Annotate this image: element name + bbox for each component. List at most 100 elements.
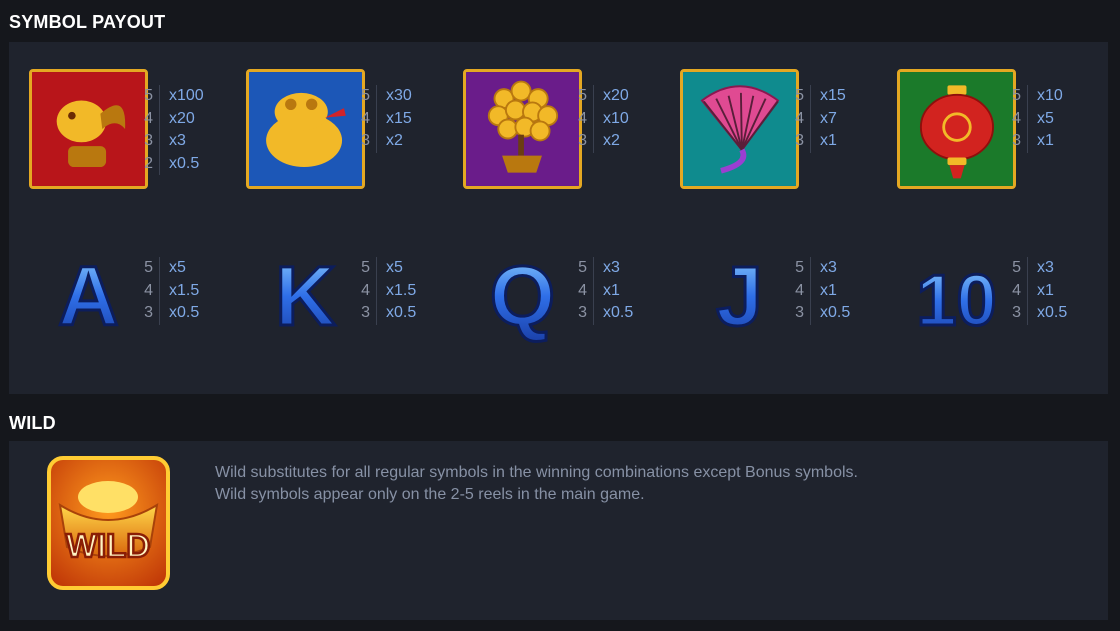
symbol-payout-panel: 5 x100 4 x20 3 x3 2 x0.5 5 x30 4 x15 3 x2 5 x20 4 x10 3 x2 5… [9,42,1108,394]
letter-j-icon: J [680,245,799,345]
payout-multiplier: x5 [169,259,186,276]
symbol-letter-text: J [716,249,763,343]
symbol-payout-item: 5 x15 4 x7 3 x1 [660,69,876,199]
letter-a-icon: A [29,245,148,345]
payout-count: 4 [144,109,153,127]
payout-count: 4 [795,109,804,127]
payout-count: 4 [1012,109,1021,127]
payout-multiplier: x0.5 [169,154,200,172]
payout-multiplier: x7 [820,109,837,127]
payout-table: 5 x30 4 x15 3 x2 [361,85,412,153]
payout-multiplier: x100 [169,87,204,104]
payout-count: 4 [1012,281,1021,299]
payout-multiplier: x3 [603,259,620,276]
payout-multiplier: x30 [386,87,412,104]
payout-count: 3 [578,132,587,149]
payout-multiplier: x20 [169,109,195,127]
payout-multiplier: x1.5 [169,281,200,299]
payout-table: 5 x3 4 x1 3 x0.5 [795,257,850,325]
symbol-payout-item: K 5 x5 4 x1.5 3 x0.5 [226,245,442,375]
symbol-letter-text: K [275,249,336,343]
payout-multiplier: x1 [603,281,620,299]
payout-multiplier: x3 [1037,259,1054,276]
golden-koi-fish-icon [29,69,148,189]
symbol-payout-item: A 5 x5 4 x1.5 3 x0.5 [9,245,225,375]
payout-multiplier: x1.5 [386,281,417,299]
wild-panel: WILD Wild substitutes for all regular sy… [9,441,1108,620]
payout-multiplier: x5 [1037,109,1054,127]
payout-count: 5 [795,87,804,104]
symbol-payout-item: Q 5 x3 4 x1 3 x0.5 [443,245,659,375]
symbol-payout-item: 5 x100 4 x20 3 x3 2 x0.5 [9,69,225,199]
payout-multiplier: x0.5 [386,304,417,321]
payout-count: 3 [361,132,370,149]
payout-count: 4 [578,109,587,127]
symbol-payout-title: SYMBOL PAYOUT [9,12,166,32]
golden-toad-icon [246,69,365,189]
payout-multiplier: x0.5 [169,304,200,321]
payout-table: 5 x5 4 x1.5 3 x0.5 [144,257,199,325]
payout-count: 5 [144,87,153,104]
symbol-payout-item: 5 x20 4 x10 3 x2 [443,69,659,199]
payout-multiplier: x1 [820,281,837,299]
payout-multiplier: x10 [1037,87,1063,104]
wild-description-line-1: Wild substitutes for all regular symbols… [215,464,858,481]
payout-multiplier: x0.5 [1037,304,1068,321]
payout-count: 4 [144,281,153,299]
payout-multiplier: x3 [169,132,186,149]
letter-q-icon: Q [463,245,582,345]
payout-count: 3 [795,304,804,321]
payout-count: 5 [795,259,804,276]
payout-multiplier: x10 [603,109,629,127]
payout-multiplier: x2 [603,132,620,149]
payout-multiplier: x0.5 [603,304,634,321]
payout-multiplier: x0.5 [820,304,851,321]
symbol-letter-text: 10 [916,261,996,341]
payout-count: 5 [578,259,587,276]
payout-count: 3 [578,304,587,321]
payout-count: 3 [1012,132,1021,149]
symbol-payout-item: 5 x10 4 x5 3 x1 [877,69,1093,199]
symbol-letter-text: Q [490,249,555,343]
payout-table: 5 x20 4 x10 3 x2 [578,85,629,153]
payout-count: 5 [361,259,370,276]
payout-count: 4 [361,281,370,299]
payout-table: 5 x3 4 x1 3 x0.5 [578,257,633,325]
payout-table: 5 x15 4 x7 3 x1 [795,85,846,153]
folding-fan-icon [680,69,799,189]
payout-multiplier: x15 [386,109,412,127]
payout-multiplier: x1 [820,132,837,149]
wild-title: WILD [9,413,56,433]
letter-k-icon: K [246,245,365,345]
payout-multiplier: x5 [386,259,403,276]
payout-count: 5 [144,259,153,276]
payout-count: 3 [1012,304,1021,321]
wild-description-line-2: Wild symbols appear only on the 2-5 reel… [215,486,645,503]
payout-count: 3 [144,304,153,321]
payout-multiplier: x1 [1037,281,1054,299]
payout-count: 4 [578,281,587,299]
payout-count: 5 [361,87,370,104]
wild-description: Wild substitutes for all regular symbols… [215,462,858,506]
payout-table: 5 x10 4 x5 3 x1 [1012,85,1063,153]
symbol-payout-item: 5 x30 4 x15 3 x2 [226,69,442,199]
payout-multiplier: x15 [820,87,846,104]
payout-table: 5 x100 4 x20 3 x3 2 x0.5 [144,85,204,175]
payout-count: 4 [361,109,370,127]
money-tree-icon [463,69,582,189]
payout-count: 5 [1012,87,1021,104]
payout-count: 3 [795,132,804,149]
payout-count: 5 [1012,259,1021,276]
red-lantern-icon [897,69,1016,189]
symbol-letter-text: A [58,249,119,343]
payout-count: 3 [361,304,370,321]
wild-icon-label: WILD [66,527,150,564]
number-10-icon: 10 [897,245,1016,345]
payout-multiplier: x20 [603,87,629,104]
payout-table: 5 x5 4 x1.5 3 x0.5 [361,257,416,325]
payout-count: 2 [144,154,153,172]
symbol-payout-item: 10 5 x3 4 x1 3 x0.5 [877,245,1093,375]
payout-multiplier: x2 [386,132,403,149]
payout-table: 5 x3 4 x1 3 x0.5 [1012,257,1067,325]
symbol-payout-item: J 5 x3 4 x1 3 x0.5 [660,245,876,375]
